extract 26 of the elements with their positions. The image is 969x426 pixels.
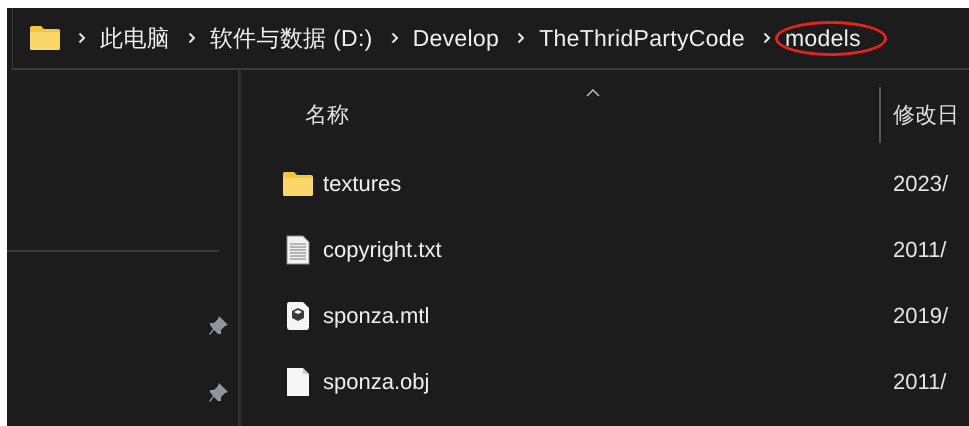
modified-date: 2011/ [892,237,948,263]
chevron-icon [78,32,86,44]
column-header[interactable]: 修改日 [893,100,959,130]
chevron-icon [517,32,526,44]
folder-icon [30,26,60,50]
file-name[interactable]: copyright.txt [323,237,442,263]
modified-date: 2019/ [892,303,950,329]
file-name[interactable]: textures [323,171,402,197]
file-icon [286,367,310,397]
breadcrumb-item[interactable]: 软件与数据 (D:) [210,22,373,54]
modified-date: 2011/ [892,369,948,395]
breadcrumb-item[interactable]: Develop [412,24,500,52]
file-name[interactable]: sponza.mtl [323,303,430,329]
breadcrumb-item[interactable]: 此电脑 [100,22,170,54]
folder-icon [283,172,313,196]
breadcrumb-item[interactable]: models [784,24,861,52]
chevron-icon [390,32,399,44]
column-header[interactable]: 名称 [305,100,349,130]
text-file-icon [286,235,310,265]
modified-date: 2023/ [892,171,950,197]
cube-file-icon [286,301,310,331]
sort-caret-icon [586,89,600,97]
breadcrumb-item[interactable]: TheThridPartyCode [539,24,745,52]
chevron-icon [762,32,771,44]
file-name[interactable]: sponza.obj [323,369,430,395]
chevron-icon [188,32,196,44]
